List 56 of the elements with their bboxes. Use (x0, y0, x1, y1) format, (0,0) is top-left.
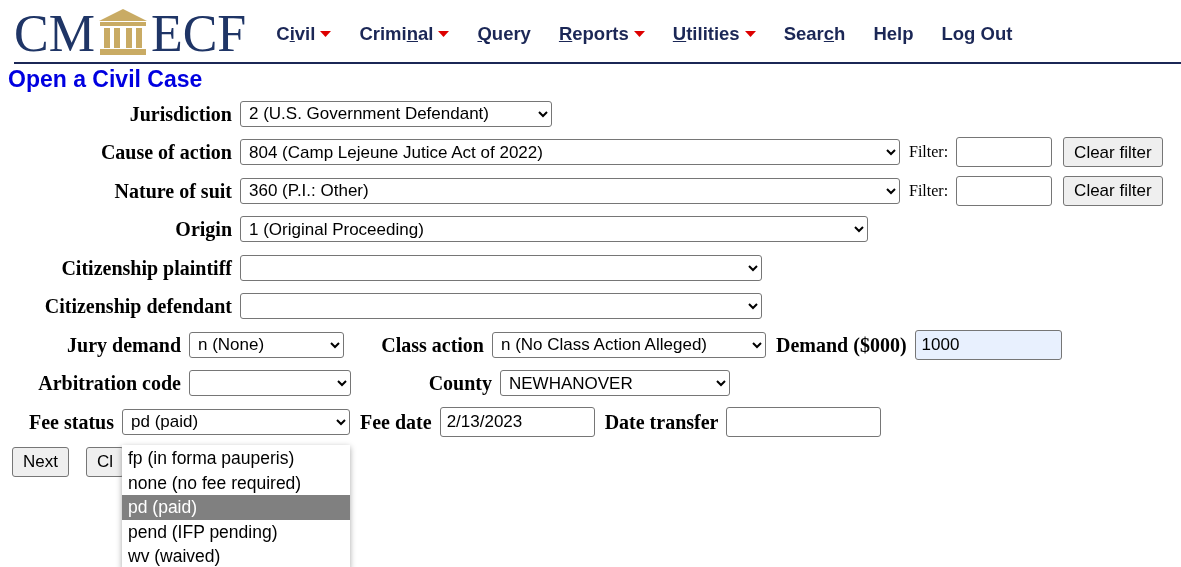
caret-icon (438, 31, 450, 37)
dropdown-select[interactable]: 804 (Camp Lejeune Jutice Act of 2022) (240, 139, 900, 166)
clear-filter-button[interactable]: Clear filter (1063, 175, 1163, 206)
logo-text: ECF (150, 8, 247, 60)
input-field[interactable]: 1000 (914, 329, 1062, 360)
dropdown-select[interactable]: 360 (P.I.: Other) (240, 177, 900, 204)
dropdown-select[interactable] (189, 370, 351, 397)
menu-link[interactable]: Help (873, 20, 914, 48)
dropdown-select[interactable]: NEWHANOVER (500, 370, 730, 397)
field-label: Cause of action (99, 140, 232, 166)
dropdown-option[interactable]: pd (paid) (122, 495, 350, 520)
menu-link[interactable]: Criminal (359, 20, 450, 48)
dropdown-select[interactable] (240, 254, 762, 281)
form-button[interactable]: Cl (85, 447, 125, 478)
dropdown-option[interactable]: none (no fee required) (122, 470, 350, 495)
filter-label: Filter: (909, 180, 949, 201)
logo-text: CM (14, 8, 95, 60)
dropdown-select[interactable]: 1 (Original Proceeding) (240, 216, 868, 243)
field-label: Citizenship defendant (43, 294, 232, 320)
field-label: Citizenship plaintiff (60, 255, 232, 282)
input-field[interactable] (956, 137, 1053, 168)
caret-icon (633, 31, 645, 37)
field-label: Class action (380, 332, 484, 358)
field-label: Demand ($000) (776, 332, 907, 358)
dropdown-option[interactable]: pend (IFP pending) (122, 519, 350, 544)
clear-filter-button[interactable]: Clear filter (1063, 137, 1163, 168)
menu-link[interactable]: Search (783, 20, 846, 48)
menu-link[interactable]: Query (477, 20, 531, 48)
dropdown-select[interactable]: n (No Class Action Alleged) (492, 331, 766, 358)
input-field[interactable] (726, 406, 882, 437)
dropdown-option[interactable]: wv (waived) (122, 544, 350, 567)
page-title: Open a Civil Case (8, 66, 204, 94)
dropdown-select[interactable]: n (None) (189, 331, 344, 358)
dropdown-select[interactable]: pd (paid) (122, 408, 350, 435)
caret-icon (744, 31, 756, 37)
menu-link[interactable]: Log Out (941, 20, 1013, 48)
field-label: Fee date (360, 409, 432, 435)
field-label: Nature of suit (113, 178, 232, 204)
menu-link[interactable]: Civil (276, 20, 332, 48)
input-field[interactable]: 2/13/2023 (439, 406, 595, 437)
menu-link[interactable]: Reports (558, 20, 645, 48)
dropdown-option[interactable]: fp (in forma pauperis) (122, 446, 350, 471)
filter-label: Filter: (909, 142, 949, 163)
field-label: County (427, 371, 492, 397)
field-label: Origin (174, 217, 232, 243)
field-label: Jury demand (66, 332, 181, 359)
field-label: Arbitration code (37, 371, 181, 397)
field-label: Jurisdiction (128, 101, 232, 127)
field-label: Date transfer (604, 409, 719, 435)
dropdown-select[interactable]: 2 (U.S. Government Defendant) (240, 100, 552, 127)
input-field[interactable] (956, 175, 1053, 206)
caret-icon (320, 31, 332, 37)
field-label: Fee status (28, 409, 114, 435)
form-button[interactable]: Next (12, 447, 69, 478)
dropdown-select[interactable] (240, 293, 762, 320)
menu-link[interactable]: Utilities (672, 20, 756, 48)
